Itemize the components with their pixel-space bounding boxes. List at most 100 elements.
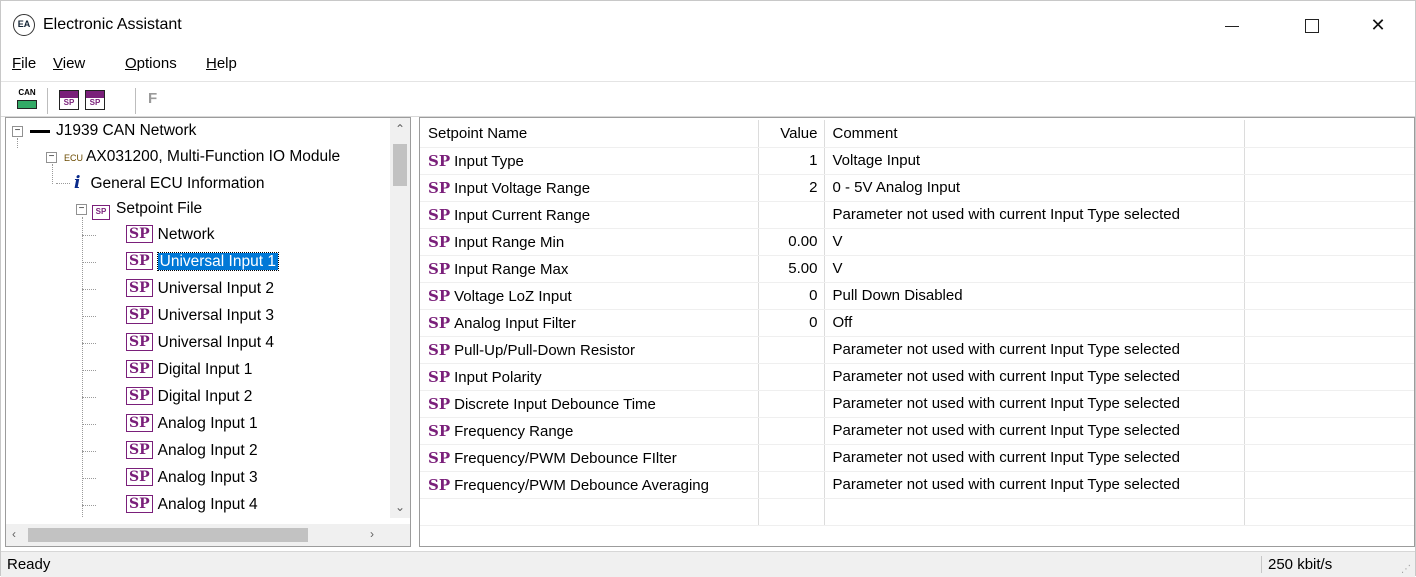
minimize-icon <box>1225 25 1239 27</box>
scroll-down-icon[interactable]: ⌄ <box>395 500 405 514</box>
window-title: Electronic Assistant <box>43 16 182 33</box>
setpoint-value-cell[interactable]: 0.00 <box>758 228 825 256</box>
setpoint-value-cell[interactable]: 0 <box>758 282 825 310</box>
table-row[interactable]: SP Input Type 1 Voltage Input <box>420 147 1414 175</box>
title-bar[interactable]: EA Electronic Assistant ✕ <box>1 1 1415 49</box>
menu-options[interactable]: Options <box>125 55 177 72</box>
setpoint-icon: SP <box>126 414 153 432</box>
setpoint-name-cell[interactable]: SP Input Current Range <box>420 201 759 229</box>
setpoint-icon: SP <box>428 205 451 224</box>
maximize-icon <box>1305 19 1319 34</box>
ecu-tree-view[interactable]: − J1939 CAN Network − ECU AX031200, Multi… <box>5 117 411 547</box>
scroll-left-icon[interactable]: ‹ <box>12 527 16 541</box>
open-setpoint-label: SP <box>63 98 75 107</box>
menu-bar: File View Options Help <box>1 51 1415 79</box>
table-row[interactable]: SP Input Polarity Parameter not used with … <box>420 363 1414 391</box>
menu-file-accel: F <box>12 55 22 72</box>
setpoint-icon: SP <box>126 306 153 324</box>
table-row[interactable]: SP Input Current Range Parameter not used … <box>420 201 1414 229</box>
setpoint-icon: SP <box>126 360 153 378</box>
table-row[interactable]: SP Frequency/PWM Debounce FIlter Parameter… <box>420 444 1414 472</box>
table-row[interactable]: SP Frequency Range Parameter not used with… <box>420 417 1414 445</box>
close-button[interactable]: ✕ <box>1347 1 1409 49</box>
table-row[interactable]: SP Pull-Up/Pull-Down Resistor Parameter no… <box>420 336 1414 364</box>
setpoint-comment-cell: Parameter not used with current Input Ty… <box>824 390 1245 418</box>
setpoint-name-cell[interactable]: SP Analog Input Filter <box>420 309 759 337</box>
maximize-button[interactable] <box>1281 1 1343 49</box>
setpoint-name-cell[interactable]: SP Input Polarity <box>420 363 759 391</box>
column-header-comment[interactable]: Comment <box>824 120 1245 148</box>
setpoint-name-cell[interactable]: SP Input Voltage Range <box>420 174 759 202</box>
setpoint-icon: SP <box>126 279 153 297</box>
setpoint-name-cell[interactable]: SP Frequency/PWM Debounce Averaging <box>420 471 759 499</box>
setpoint-name: Input Range Max <box>454 260 569 278</box>
toolbar-separator <box>47 88 48 114</box>
tree-label: Network <box>157 226 215 243</box>
setpoint-value-cell[interactable]: 0 <box>758 309 825 337</box>
can-connect-button[interactable]: CAN <box>15 88 39 112</box>
setpoint-name-cell[interactable]: SP Frequency Range <box>420 417 759 445</box>
setpoint-name-cell[interactable]: SP Discrete Input Debounce Time <box>420 390 759 418</box>
table-row[interactable]: SP Discrete Input Debounce Time Parameter … <box>420 390 1414 418</box>
setpoint-value-cell[interactable] <box>758 471 825 499</box>
menu-view-accel: V <box>53 55 63 72</box>
tree-label: Setpoint File <box>116 200 203 217</box>
setpoint-name: Discrete Input Debounce Time <box>454 395 656 413</box>
setpoint-comment-cell: Parameter not used with current Input Ty… <box>824 444 1245 472</box>
table-row[interactable]: SP Input Range Max 5.00 V <box>420 255 1414 283</box>
tree-line <box>82 478 96 479</box>
setpoint-name: Input Voltage Range <box>454 179 591 197</box>
save-setpoint-button[interactable]: SP <box>85 90 105 110</box>
setpoint-name-cell[interactable]: SP Input Type <box>420 147 759 175</box>
setpoint-name: Analog Input Filter <box>454 314 576 332</box>
scrollbar-thumb[interactable] <box>393 144 407 186</box>
setpoint-name-cell[interactable]: SP Pull-Up/Pull-Down Resistor <box>420 336 759 364</box>
setpoint-value-cell[interactable] <box>758 417 825 445</box>
setpoint-icon: SP <box>428 421 451 440</box>
tree-horizontal-scrollbar[interactable]: ‹ › <box>6 524 410 546</box>
setpoint-value-cell[interactable] <box>758 363 825 391</box>
setpoint-name-cell[interactable]: SP Input Range Max <box>420 255 759 283</box>
setpoint-name-cell[interactable]: SP Input Range Min <box>420 228 759 256</box>
scrollbar-thumb[interactable] <box>28 528 308 542</box>
menu-file[interactable]: File <box>12 55 36 72</box>
minimize-button[interactable] <box>1201 1 1263 49</box>
table-row-empty <box>420 498 1414 526</box>
scroll-up-icon[interactable]: ⌃ <box>395 122 405 136</box>
tree-line <box>82 451 96 452</box>
table-row[interactable]: SP Input Voltage Range 2 0 - 5V Analog Inpu… <box>420 174 1414 202</box>
setpoint-grid[interactable]: Setpoint Name Value Comment SP Input Type… <box>419 117 1415 547</box>
table-row[interactable]: SP Voltage LoZ Input 0 Pull Down Disabled <box>420 282 1414 310</box>
column-header-name[interactable]: Setpoint Name <box>420 120 759 148</box>
setpoint-value-cell[interactable] <box>758 390 825 418</box>
menu-view[interactable]: View <box>53 55 85 72</box>
setpoint-value-cell[interactable] <box>758 444 825 472</box>
setpoint-name-cell[interactable]: SP Frequency/PWM Debounce FIlter <box>420 444 759 472</box>
setpoint-value-cell[interactable]: 5.00 <box>758 255 825 283</box>
tree-vertical-scrollbar[interactable]: ⌃ ⌄ <box>390 118 410 518</box>
table-row[interactable]: SP Frequency/PWM Debounce Averaging Parame… <box>420 471 1414 499</box>
table-row[interactable]: SP Analog Input Filter 0 Off <box>420 309 1414 337</box>
column-header-value[interactable]: Value <box>758 120 825 148</box>
setpoint-value-cell[interactable]: 2 <box>758 174 825 202</box>
flash-button[interactable]: F <box>148 90 172 114</box>
setpoint-icon: SP <box>126 468 153 486</box>
tree-line <box>82 235 96 236</box>
open-setpoint-button[interactable]: SP <box>59 90 79 110</box>
setpoint-name: Pull-Up/Pull-Down Resistor <box>454 341 636 359</box>
tree-line <box>56 183 70 184</box>
table-row[interactable]: SP Input Range Min 0.00 V <box>420 228 1414 256</box>
setpoint-name-cell[interactable]: SP Voltage LoZ Input <box>420 282 759 310</box>
setpoint-value-cell[interactable]: 1 <box>758 147 825 175</box>
setpoint-comment-cell: Parameter not used with current Input Ty… <box>824 363 1245 391</box>
setpoint-value-cell[interactable] <box>758 201 825 229</box>
save-setpoint-label: SP <box>89 98 101 107</box>
empty-cell <box>1244 417 1414 445</box>
setpoint-value-cell[interactable] <box>758 336 825 364</box>
info-icon: i <box>74 173 81 193</box>
tree-label: Analog Input 1 <box>157 415 258 432</box>
setpoint-icon: SP <box>126 495 153 513</box>
scroll-right-icon[interactable]: › <box>370 527 374 541</box>
menu-help[interactable]: Help <box>206 55 237 72</box>
resize-grip-icon[interactable]: ⋰ <box>1401 564 1411 575</box>
